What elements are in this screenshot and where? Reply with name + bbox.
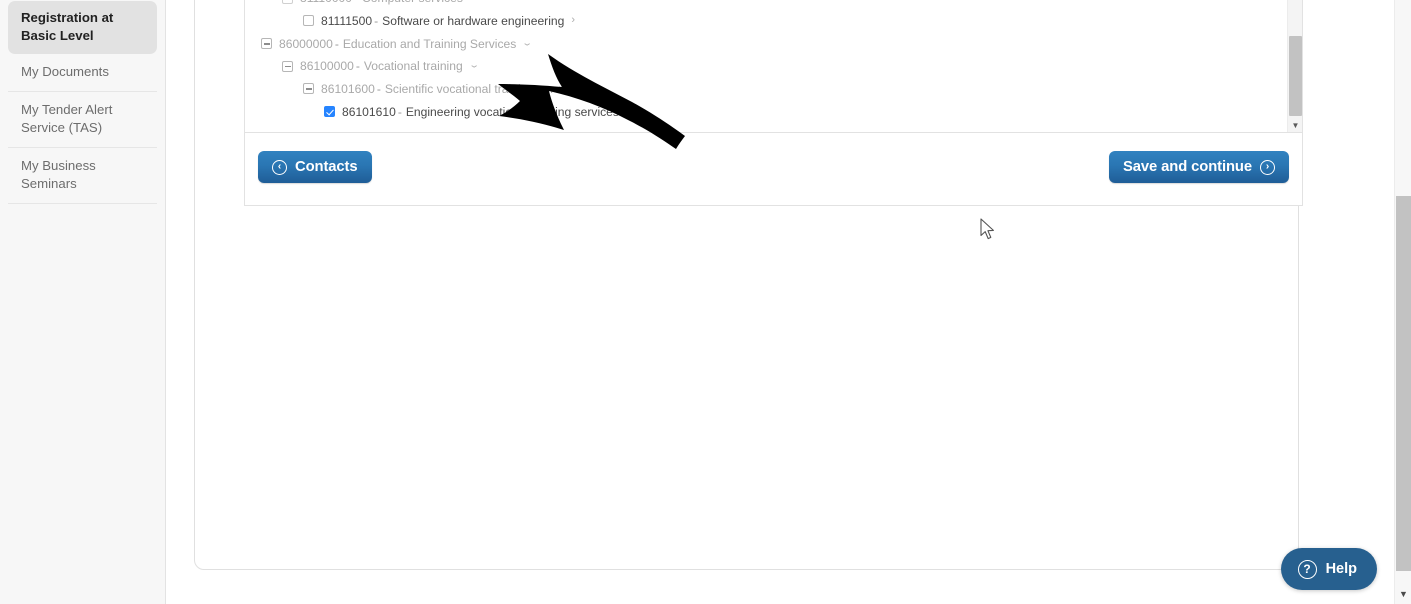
scroll-down-icon[interactable]: ▼	[1288, 118, 1302, 132]
tree-item-code: 86000000	[279, 36, 333, 51]
tree-item-name: Vocational training	[363, 59, 463, 74]
arrow-left-circle-icon: ‹	[272, 159, 287, 175]
chevron-down-icon[interactable]: ⌄	[468, 62, 479, 71]
sidebar-item-label: Registration at Basic Level	[21, 10, 114, 43]
sidebar-item-my-documents[interactable]: My Documents	[8, 54, 157, 92]
help-button-label: Help	[1325, 561, 1357, 577]
codes-tree-container: 81102000-Mining engineering›81102100-Oce…	[245, 0, 1302, 132]
tree-item-separator: -	[397, 104, 402, 119]
tree-item-checkbox[interactable]	[282, 0, 293, 4]
tree-item-checkbox[interactable]	[303, 83, 314, 95]
tree-item-code: 86101600	[321, 81, 375, 96]
tree-scrollbar[interactable]: ▲ ▼	[1287, 0, 1302, 132]
tree-item-name: Engineering vocational training services	[405, 104, 619, 119]
tree-item-name: Software or hardware engineering	[382, 13, 565, 28]
save-and-continue-button[interactable]: Save and continue ›	[1108, 151, 1289, 183]
save-button-label: Save and continue	[1122, 159, 1252, 175]
tree-item-name: Scientific vocational training services	[384, 81, 582, 96]
tree-item-86000000[interactable]: 86000000- Education and Training Services…	[245, 32, 1302, 55]
sidebar-item-my-tender-alert-service[interactable]: My Tender Alert Service (TAS)	[8, 92, 157, 148]
chevron-down-icon[interactable]: ⌄	[522, 39, 533, 48]
tree-item-81110000[interactable]: 81110000-Computer services ⌄	[245, 0, 1302, 10]
tree-item-86101600[interactable]: 86101600- Scientific vocational training …	[245, 78, 1302, 101]
sidebar-item-label: My Business Seminars	[21, 158, 96, 191]
tree-item-name: Education and Training Services	[342, 36, 517, 51]
codes-selection-panel: Select codes for your goods and services…	[244, 0, 1303, 206]
contacts-button[interactable]: ‹ Contacts	[258, 151, 372, 183]
panel-footer: ‹ Contacts Save and continue ›	[245, 132, 1302, 206]
tree-item-code: 86101610	[342, 104, 396, 119]
sidebar: Registration at Basic Level My Documents…	[0, 0, 166, 604]
contacts-button-label: Contacts	[295, 159, 358, 175]
page-scrollbar-thumb[interactable]	[1396, 196, 1411, 571]
tree-item-86100000[interactable]: 86100000- Vocational training ⌄	[245, 55, 1302, 78]
tree-item-separator: -	[334, 36, 339, 51]
sidebar-item-my-business-seminars[interactable]: My Business Seminars	[8, 148, 157, 204]
arrow-right-circle-icon: ›	[1260, 159, 1275, 175]
page-scrollbar[interactable]: ▼	[1394, 0, 1411, 604]
tree-item-81111500[interactable]: 81111500- Software or hardware engineerin…	[245, 10, 1302, 33]
tree-item-code: 81110000	[300, 0, 352, 5]
codes-tree: 81102000-Mining engineering›81102100-Oce…	[245, 0, 1302, 129]
sidebar-item-registration-at-basic-level[interactable]: Registration at Basic Level	[8, 1, 157, 54]
chevron-down-icon[interactable]: ⌄	[468, 0, 479, 2]
tree-item-separator: -	[376, 81, 381, 96]
tree-scrollbar-thumb[interactable]	[1289, 36, 1302, 116]
tree-item-code: 86100000	[300, 59, 354, 74]
page-scroll-down-icon[interactable]: ▼	[1395, 586, 1411, 602]
tree-item-separator: -	[374, 13, 379, 28]
sidebar-nav-list: Registration at Basic Level My Documents…	[0, 1, 165, 204]
tree-item-separator: -	[354, 0, 358, 5]
main-content: Select codes for your goods and services…	[167, 0, 1411, 604]
sidebar-item-label: My Tender Alert Service (TAS)	[21, 102, 113, 135]
tree-item-name: Computer services	[362, 0, 463, 5]
page-root: Registration at Basic Level My Documents…	[0, 0, 1411, 604]
tree-item-separator: -	[355, 59, 360, 74]
tree-item-code: 81111500	[321, 13, 373, 28]
tree-item-checkbox[interactable]	[324, 106, 335, 118]
registration-form-card: Select codes for your goods and services…	[194, 0, 1303, 570]
tree-item-checkbox[interactable]	[261, 38, 272, 50]
tree-item-86101610[interactable]: 86101610- Engineering vocational training…	[245, 100, 1302, 123]
sidebar-item-label: My Documents	[21, 64, 109, 79]
help-button[interactable]: ? Help	[1280, 548, 1377, 590]
chevron-right-icon[interactable]: ›	[571, 15, 575, 26]
question-mark-icon: ?	[1297, 559, 1317, 579]
tree-item-checkbox[interactable]	[303, 15, 314, 27]
tree-item-checkbox[interactable]	[282, 60, 293, 72]
chevron-down-icon[interactable]: ⌄	[587, 84, 598, 94]
